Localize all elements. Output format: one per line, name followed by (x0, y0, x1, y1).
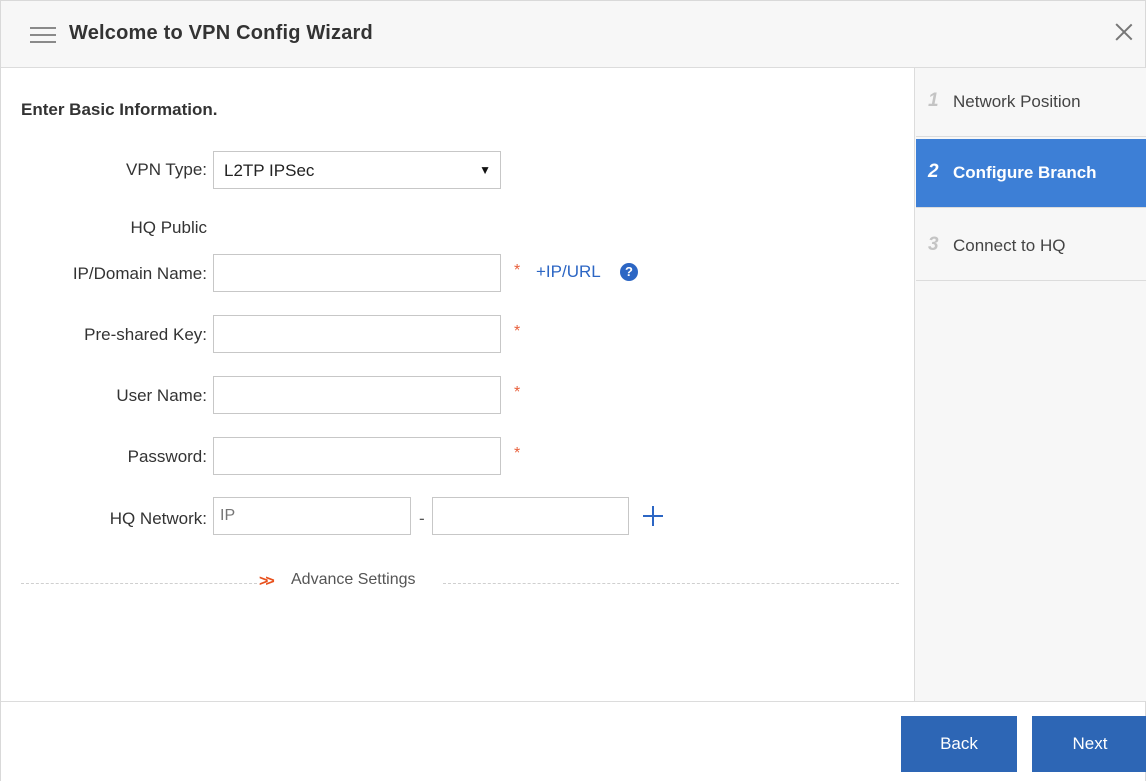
basic-info-form: Enter Basic Information. VPN Type: L2TP … (1, 68, 914, 701)
required-marker: * (514, 384, 521, 401)
hq-network-label: HQ Network: (109, 509, 207, 528)
dropdown-arrow-icon: ▼ (479, 163, 491, 177)
hq-network-ip-input[interactable] (213, 497, 411, 535)
password-label: Password: (127, 447, 207, 466)
advance-settings-label: Advance Settings (291, 571, 416, 588)
dialog-footer: Back Next (1, 701, 1146, 782)
pre-shared-key-label: Pre-shared Key: (84, 325, 207, 344)
step-connect-to-hq[interactable]: 3 Connect to HQ (916, 212, 1146, 281)
hq-public-label-line1: HQ Public (130, 218, 207, 237)
hq-public-ip-input[interactable] (213, 254, 501, 292)
step-number: 1 (928, 90, 939, 111)
user-name-label: User Name: (116, 386, 207, 405)
step-label: Configure Branch (953, 163, 1097, 182)
hq-network-mask-input[interactable] (432, 497, 629, 535)
dialog-header: Welcome to VPN Config Wizard (1, 1, 1145, 68)
required-marker: * (514, 323, 521, 340)
back-button[interactable]: Back (901, 716, 1017, 772)
range-separator: - (419, 509, 425, 528)
close-icon[interactable] (1111, 19, 1137, 45)
vpn-config-wizard-dialog: Welcome to VPN Config Wizard Enter Basic… (0, 0, 1146, 782)
step-label: Connect to HQ (953, 236, 1066, 255)
next-button[interactable]: Next (1032, 716, 1146, 772)
step-network-position[interactable]: 1 Network Position (916, 68, 1146, 137)
dashed-divider-right (443, 583, 899, 584)
double-chevron-right-icon: >> (259, 573, 275, 590)
section-heading: Enter Basic Information. (21, 100, 218, 119)
dialog-title: Welcome to VPN Config Wizard (69, 22, 373, 44)
hamburger-menu-icon[interactable] (30, 27, 56, 43)
vpn-type-value: L2TP IPSec (224, 161, 315, 180)
required-marker: * (514, 445, 521, 462)
wizard-steps-panel: 1 Network Position 2 Configure Branch 3 … (914, 68, 1146, 701)
dashed-divider-left (21, 583, 257, 584)
user-name-input[interactable] (213, 376, 501, 414)
add-ip-url-link[interactable]: +IP/URL (536, 262, 601, 282)
help-icon[interactable]: ? (620, 263, 638, 281)
vpn-type-select[interactable]: L2TP IPSec ▼ (213, 151, 501, 189)
password-input[interactable] (213, 437, 501, 475)
step-label: Network Position (953, 92, 1081, 111)
required-marker: * (514, 262, 521, 279)
step-configure-branch[interactable]: 2 Configure Branch (916, 139, 1146, 208)
vpn-type-label: VPN Type: (126, 160, 207, 179)
step-number: 3 (928, 234, 939, 255)
step-number: 2 (928, 161, 939, 182)
hq-public-label-line2: IP/Domain Name: (72, 264, 207, 283)
pre-shared-key-input[interactable] (213, 315, 501, 353)
plus-icon[interactable] (641, 504, 665, 528)
